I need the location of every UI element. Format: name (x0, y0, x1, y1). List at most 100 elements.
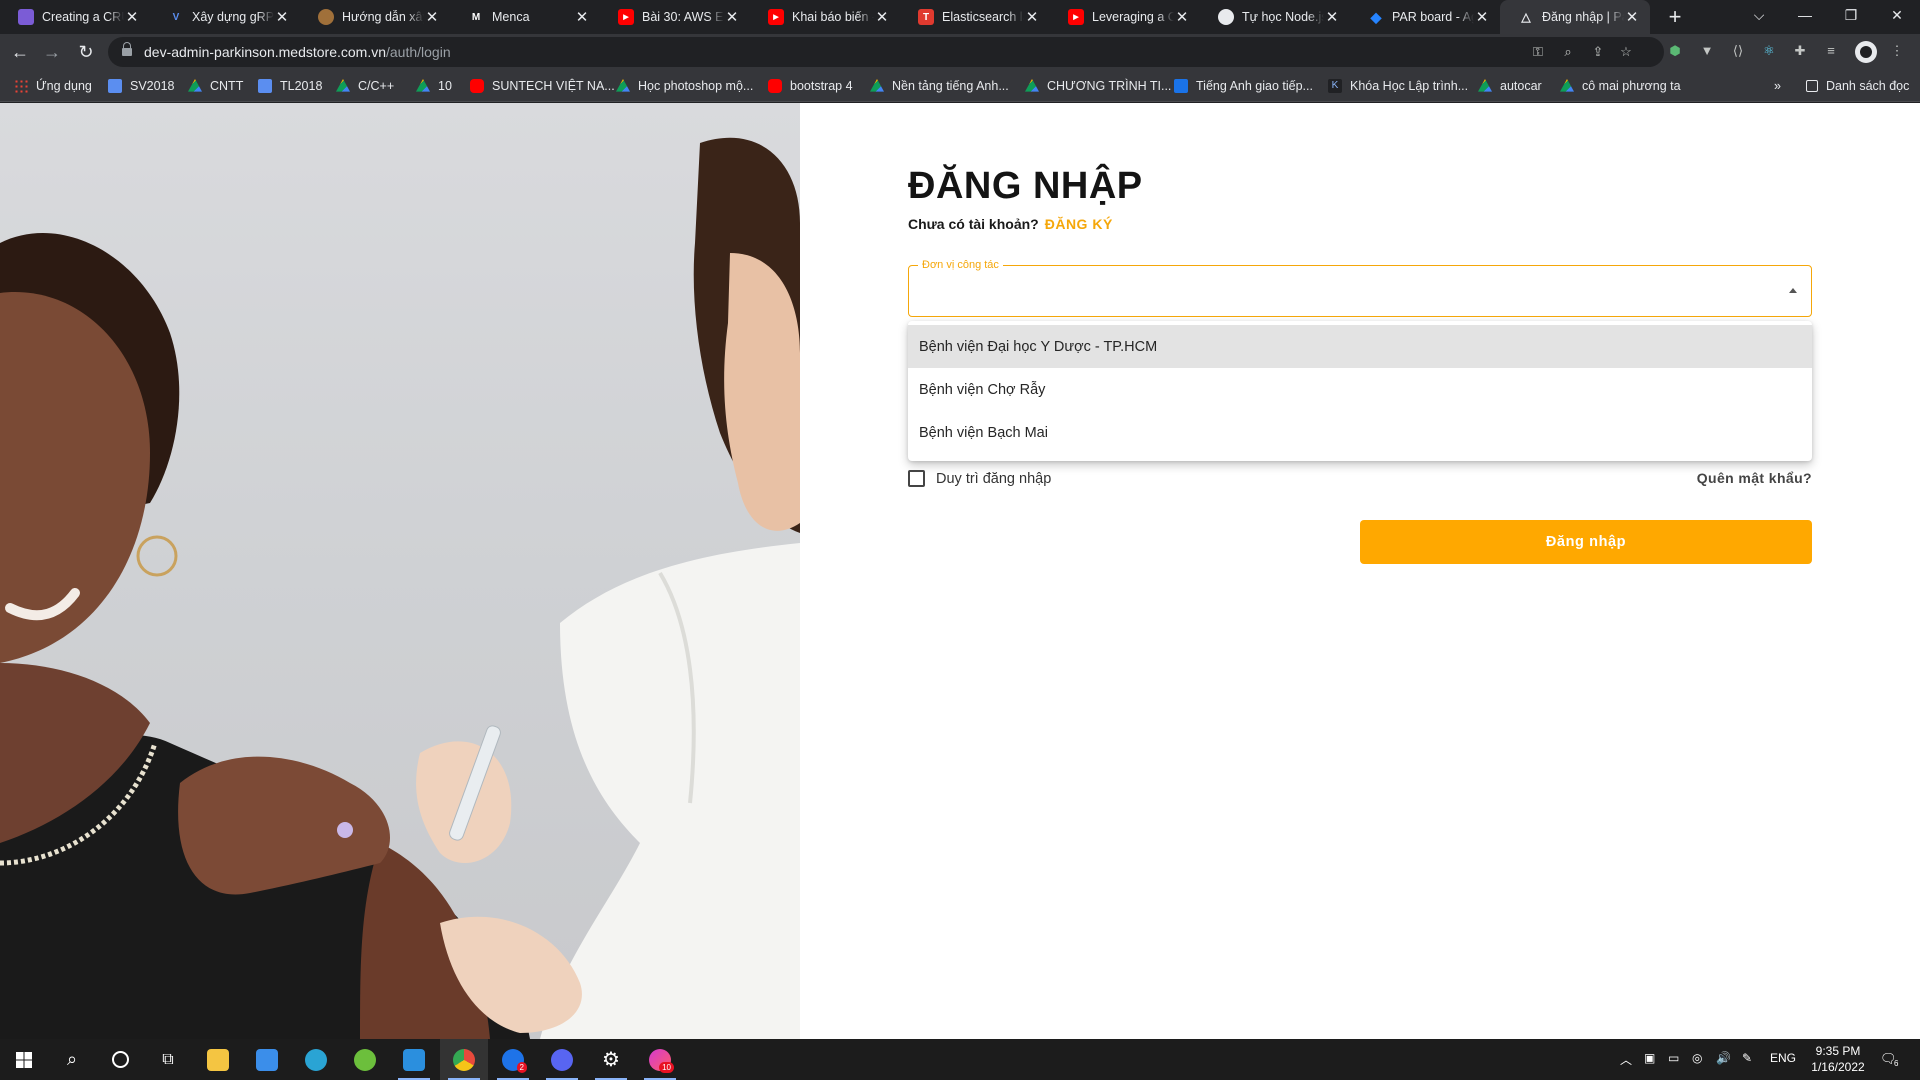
tab-par-board[interactable]: ◆ PAR board - Ag ✕ (1350, 0, 1500, 34)
tab-dang-nhap[interactable]: △ Đăng nhập | Par ✕ (1500, 0, 1650, 34)
close-icon[interactable]: ✕ (424, 8, 440, 26)
volume-icon[interactable]: 🔊 (1716, 1051, 1731, 1065)
extension-hexagon-icon[interactable]: ⬢ (1666, 42, 1684, 60)
address-bar[interactable]: dev-admin-parkinson.medstore.com.vn/auth… (108, 37, 1664, 67)
discord-button[interactable] (538, 1039, 586, 1080)
dropdown-option[interactable]: Bệnh viện Chợ Rẫy (908, 368, 1812, 411)
tab-tu-hoc-nodejs[interactable]: Tự học Node.js ✕ (1200, 0, 1350, 34)
tray-expand-icon[interactable]: ︿ (1620, 1051, 1632, 1068)
messenger-button[interactable]: 10 (636, 1039, 684, 1080)
chrome-menu-icon[interactable]: ⋮ (1888, 42, 1906, 60)
mail-button[interactable] (243, 1039, 291, 1080)
tab-creating-crud[interactable]: Creating a CRUD ✕ (0, 0, 150, 34)
edge-button[interactable] (292, 1039, 340, 1080)
tab-aws-ecs[interactable]: ▶ Bài 30: AWS ECS ✕ (600, 0, 750, 34)
dropdown-option[interactable]: Bệnh viện Bạch Mai (908, 411, 1812, 454)
avatar-favicon-icon (318, 9, 334, 25)
bookmark-item[interactable]: 10 (416, 77, 452, 95)
remember-me-checkbox[interactable] (908, 470, 925, 487)
react-devtools-icon[interactable]: ⚛ (1760, 42, 1778, 60)
bookmark-item[interactable]: cô mai phương ta (1560, 77, 1681, 95)
close-icon[interactable]: ✕ (1624, 8, 1640, 26)
unit-select[interactable]: Đơn vị công tác (908, 259, 1812, 317)
reading-list-icon[interactable]: ≡ (1822, 42, 1840, 60)
close-icon[interactable]: ✕ (874, 8, 890, 26)
more-bookmarks-button[interactable]: » (1774, 77, 1781, 95)
bookmark-item[interactable]: C/C++ (336, 77, 394, 95)
edge-icon (305, 1048, 327, 1071)
vscode-button[interactable] (390, 1039, 438, 1080)
task-view-button[interactable]: ⧉ (144, 1039, 192, 1080)
close-window-button[interactable]: ✕ (1874, 0, 1920, 30)
bookmark-item[interactable]: autocar (1478, 77, 1542, 95)
bookmark-item[interactable]: SUNTECH VIỆT NA... (470, 77, 615, 95)
bookmark-item[interactable]: Ứng dụng (14, 77, 92, 95)
bookmark-item[interactable]: CHƯƠNG TRÌNH TI... (1025, 77, 1171, 95)
battery-icon[interactable]: ▭ (1668, 1051, 1679, 1065)
language-indicator[interactable]: ENG (1770, 1051, 1796, 1065)
forgot-password-link[interactable]: Quên mật khẩu? (1697, 470, 1812, 486)
tab-search-icon[interactable]: ⌵ (1736, 0, 1782, 30)
close-icon[interactable]: ✕ (574, 8, 590, 26)
close-icon[interactable]: ✕ (1324, 8, 1340, 26)
reload-icon[interactable]: ↻ (72, 38, 100, 66)
bookmark-item[interactable]: K Khóa Học Lập trình... (1328, 77, 1468, 95)
remember-me[interactable]: Duy trì đăng nhập (908, 470, 1051, 487)
tab-elasticsearch[interactable]: T Elasticsearch là ✕ (900, 0, 1050, 34)
close-icon[interactable]: ✕ (724, 8, 740, 26)
close-icon[interactable]: ✕ (274, 8, 290, 26)
settings-button[interactable]: ⚙ (587, 1039, 635, 1080)
reading-list-button[interactable]: Danh sách đọc (1806, 77, 1909, 95)
bookmark-item[interactable]: bootstrap 4 (768, 77, 853, 95)
tab-menca[interactable]: M Menca ✕ (450, 0, 600, 34)
restore-button[interactable]: ❐ (1828, 0, 1874, 30)
caret-up-icon[interactable] (1789, 288, 1797, 293)
tab-leveraging[interactable]: ▶ Leveraging a Cl ✕ (1050, 0, 1200, 34)
doc-icon (108, 79, 122, 93)
network-icon[interactable]: ◎ (1692, 1051, 1702, 1065)
url-text[interactable]: dev-admin-parkinson.medstore.com.vn/auth… (144, 44, 451, 60)
tab-huong-dan-xay[interactable]: Hướng dẫn xây ✕ (300, 0, 450, 34)
login-button[interactable]: Đăng nhập (1360, 520, 1812, 564)
zalo-button[interactable]: 2 (489, 1039, 537, 1080)
bookmark-item[interactable]: CNTT (188, 77, 243, 95)
app-favicon-icon: △ (1521, 10, 1531, 24)
taskbar-clock[interactable]: 9:35 PM 1/16/2022 (1802, 1043, 1874, 1075)
profile-avatar-icon[interactable] (1855, 41, 1877, 63)
lock-icon[interactable] (122, 42, 132, 56)
code-viewer-icon[interactable]: ⟨⟩ (1729, 42, 1747, 60)
extensions-puzzle-icon[interactable]: ✚ (1791, 42, 1809, 60)
start-button[interactable] (0, 1039, 48, 1080)
close-icon[interactable]: ✕ (1174, 8, 1190, 26)
zoom-icon[interactable]: ⌕ (1560, 44, 1576, 60)
taskbar-search-button[interactable]: ⌕ (48, 1039, 96, 1080)
back-icon[interactable]: ← (6, 38, 34, 66)
bookmark-star-icon[interactable]: ☆ (1618, 44, 1634, 60)
bookmark-item[interactable]: TL2018 (258, 77, 322, 95)
greenshot-button[interactable] (341, 1039, 389, 1080)
meet-now-icon[interactable]: ▣ (1644, 1051, 1655, 1065)
tab-khai-bao-bien[interactable]: ▶ Khai báo biến - ✕ (750, 0, 900, 34)
drive-icon (336, 79, 350, 92)
signup-link[interactable]: ĐĂNG KÝ (1045, 216, 1113, 232)
bookmark-item[interactable]: Tiếng Anh giao tiếp... (1174, 77, 1313, 95)
new-tab-button[interactable]: + (1662, 4, 1688, 30)
bookmark-item[interactable]: Học photoshop mộ... (616, 77, 753, 95)
file-explorer-button[interactable] (194, 1039, 242, 1080)
minimize-button[interactable]: — (1782, 0, 1828, 30)
dropdown-option[interactable]: Bệnh viện Đại học Y Dược - TP.HCM (908, 325, 1812, 368)
key-icon[interactable]: ⚿ (1530, 44, 1546, 60)
forward-icon[interactable]: → (38, 38, 66, 66)
cortana-button[interactable] (96, 1039, 144, 1080)
chrome-button[interactable] (440, 1039, 488, 1080)
share-icon[interactable]: ⇪ (1590, 44, 1606, 60)
close-icon[interactable]: ✕ (1474, 8, 1490, 26)
settings-icon: ⚙ (602, 1049, 620, 1071)
close-icon[interactable]: ✕ (1024, 8, 1040, 26)
tab-xay-dung-grpc[interactable]: V Xây dựng gRPC ✕ (150, 0, 300, 34)
bookmark-item[interactable]: SV2018 (108, 77, 174, 95)
pen-icon[interactable]: ✎ (1742, 1051, 1752, 1065)
close-icon[interactable]: ✕ (124, 8, 140, 26)
bookmark-item[interactable]: Nền tảng tiếng Anh... (870, 77, 1009, 95)
vue-devtools-icon[interactable]: ▼ (1698, 42, 1716, 60)
